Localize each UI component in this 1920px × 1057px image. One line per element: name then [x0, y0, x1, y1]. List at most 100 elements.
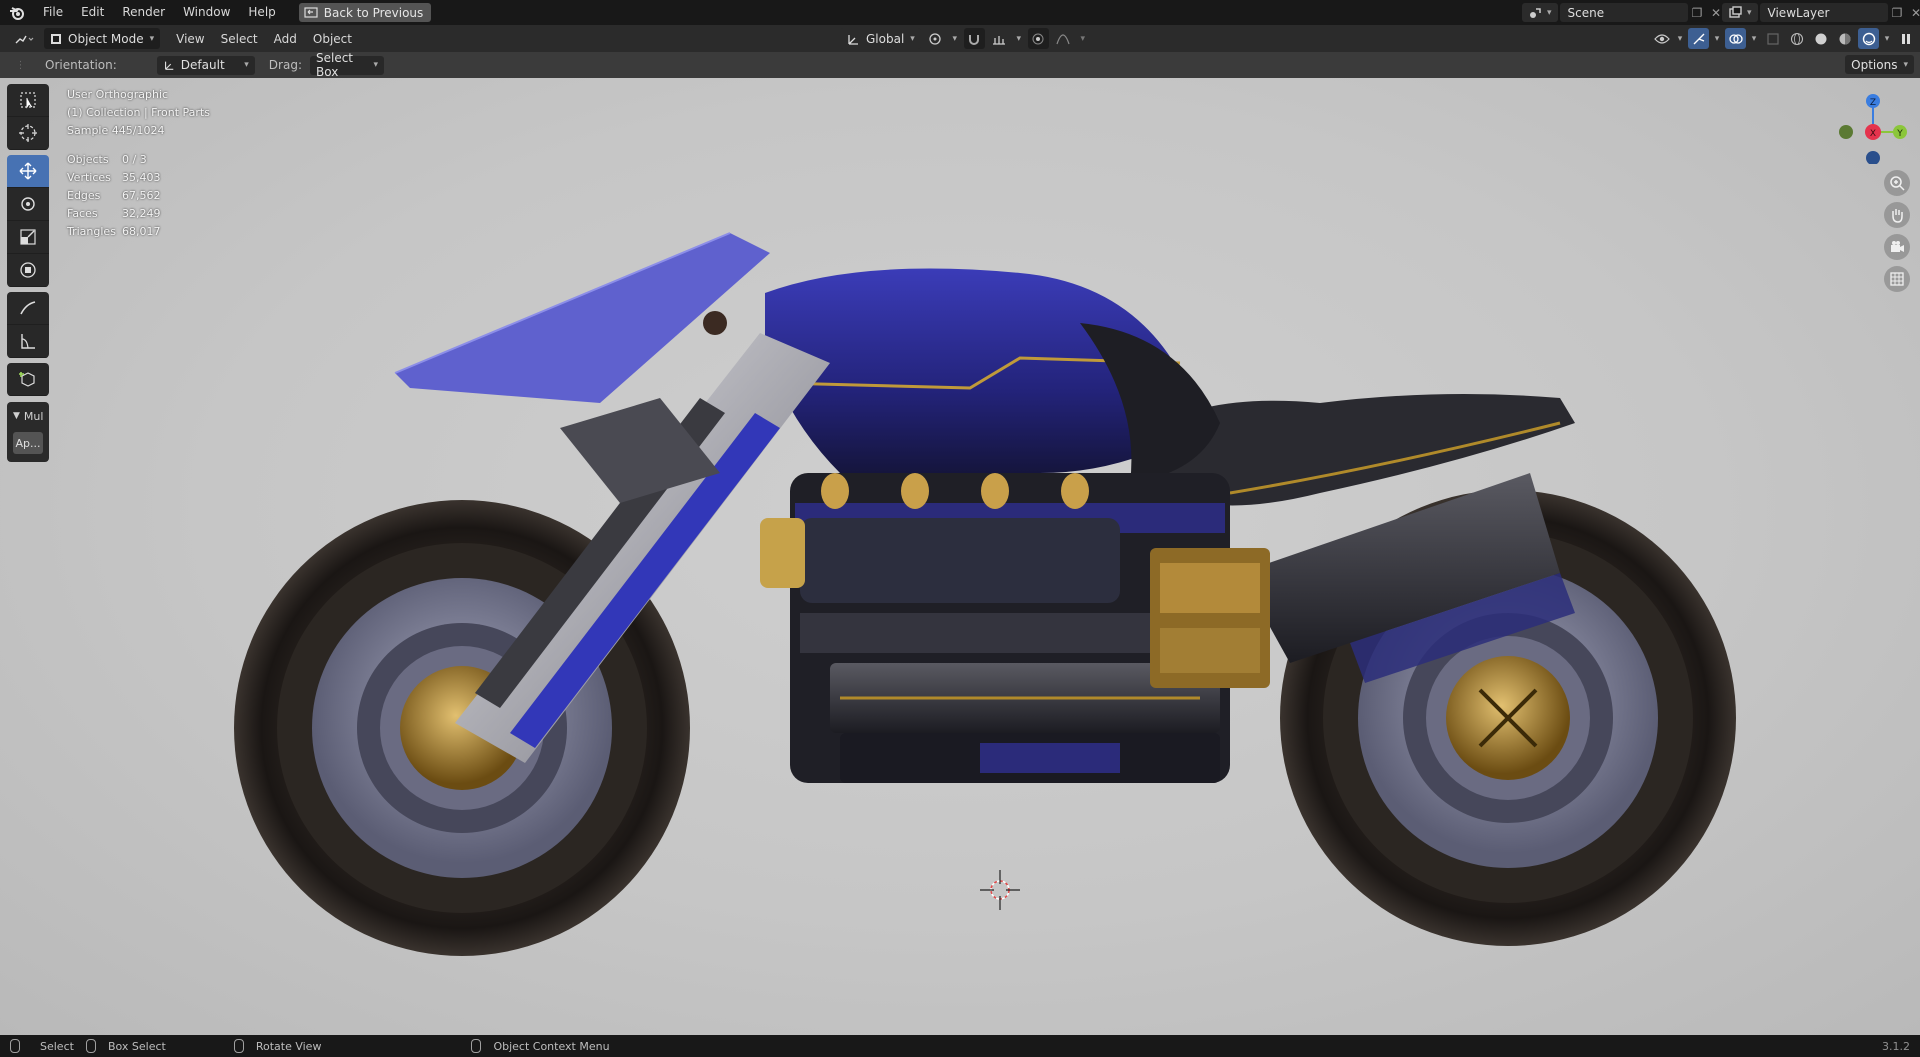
- axis-y-label: Y: [1896, 129, 1903, 139]
- viewlayer-browse-dropdown[interactable]: ▾: [1722, 3, 1758, 22]
- chevron-down-icon: ▾: [1903, 59, 1908, 70]
- orientation-value: Default: [180, 58, 225, 72]
- camera-view-icon[interactable]: [1884, 234, 1910, 260]
- close-viewlayer-icon[interactable]: ✕: [1907, 3, 1920, 22]
- pivot-point-icon[interactable]: [925, 28, 946, 49]
- menu-window[interactable]: Window: [174, 0, 239, 25]
- visibility-eye-icon[interactable]: [1651, 28, 1672, 49]
- menu-add[interactable]: Add: [266, 32, 305, 46]
- add-cube-tool-icon[interactable]: [7, 363, 49, 396]
- falloff-curve-icon[interactable]: [1053, 28, 1074, 49]
- snap-increment-icon[interactable]: [989, 28, 1010, 49]
- status-select: Select: [10, 1039, 74, 1053]
- solid-shading-icon[interactable]: [1810, 28, 1831, 49]
- status-box-select-label: Box Select: [107, 1039, 166, 1053]
- chevron-down-icon[interactable]: ▾: [1882, 28, 1892, 49]
- viewlayer-name-field[interactable]: ViewLayer: [1759, 3, 1888, 22]
- mouse-drag-icon: [85, 1039, 96, 1053]
- transform-tool-icon[interactable]: [7, 254, 49, 287]
- move-tool-icon[interactable]: [7, 155, 49, 188]
- chevron-down-icon: ▼: [13, 411, 20, 421]
- status-bar: Select Box Select Rotate View Object Con…: [0, 1035, 1920, 1057]
- blender-logo-icon[interactable]: [0, 0, 34, 25]
- rotate-tool-icon[interactable]: [7, 188, 49, 221]
- viewport-nav-buttons: [1884, 170, 1910, 292]
- panel-header[interactable]: ▼ Mul: [7, 406, 49, 426]
- chevron-down-icon[interactable]: ▾: [1749, 28, 1759, 49]
- mouse-left-icon: [10, 1039, 20, 1053]
- zoom-icon[interactable]: [1884, 170, 1910, 196]
- drag-dropdown[interactable]: Select Box ▾: [309, 51, 384, 79]
- drag-label: Drag:: [268, 58, 302, 72]
- stat-label: Objects: [67, 153, 109, 166]
- stat-value: 0 / 3: [122, 153, 147, 166]
- scale-tool-icon[interactable]: [7, 221, 49, 254]
- pause-render-icon[interactable]: [1895, 28, 1916, 49]
- snap-magnet-icon[interactable]: [963, 28, 985, 49]
- scene-icon: [1530, 7, 1541, 18]
- perspective-grid-icon[interactable]: [1884, 266, 1910, 292]
- 3d-viewport[interactable]: ▼ Mul Ap... User Orthographic (1) Collec…: [0, 78, 1920, 1035]
- menu-help[interactable]: Help: [239, 0, 284, 25]
- menu-file[interactable]: File: [34, 0, 72, 25]
- status-context-menu: Object Context Menu: [471, 1039, 610, 1053]
- axis-x-label: X: [1870, 129, 1876, 139]
- gizmo-toggle-icon[interactable]: [1688, 28, 1709, 49]
- cursor-tool-icon[interactable]: [7, 117, 49, 150]
- editor-type-dropdown[interactable]: [8, 28, 40, 49]
- chevron-down-icon[interactable]: ▾: [1014, 28, 1024, 49]
- chevron-down-icon[interactable]: ▾: [1078, 28, 1088, 49]
- adjust-last-operation-panel: ▼ Mul Ap...: [7, 402, 49, 462]
- chevron-down-icon: ▾: [373, 60, 378, 70]
- select-box-tool-icon[interactable]: [7, 84, 49, 117]
- chevron-down-icon[interactable]: ▾: [1712, 28, 1722, 49]
- menu-view[interactable]: View: [168, 32, 212, 46]
- viewlayer-icon: [1729, 5, 1742, 18]
- rendered-shading-icon[interactable]: [1858, 28, 1879, 49]
- chevron-down-icon: ▾: [149, 33, 155, 44]
- scene-browse-dropdown[interactable]: ▾: [1522, 3, 1558, 22]
- material-preview-shading-icon[interactable]: [1834, 28, 1855, 49]
- duplicate-viewlayer-icon[interactable]: ❐: [1888, 3, 1907, 22]
- 3d-cursor-icon[interactable]: [978, 868, 1022, 915]
- options-dropdown[interactable]: Options ▾: [1845, 55, 1914, 74]
- options-label: Options: [1851, 57, 1898, 72]
- stat-row: Objects 0 / 3: [67, 151, 161, 169]
- viewport-header: Object Mode ▾ View Select Add Object Glo…: [0, 25, 1920, 52]
- stat-row: Triangles 68,017: [67, 223, 161, 241]
- menu-edit[interactable]: Edit: [72, 0, 113, 25]
- mode-label: Object Mode: [68, 31, 144, 46]
- mouse-right-icon: [471, 1039, 482, 1053]
- editor-type-icon: [15, 35, 34, 43]
- orientation-dropdown[interactable]: Default ▾: [156, 55, 255, 75]
- viewport-display-controls: ▾ ▾ ▾ ▾: [1651, 28, 1916, 49]
- panel-header-label: Mul: [23, 409, 44, 423]
- navigation-gizmo[interactable]: Z Y X: [1828, 84, 1908, 165]
- chevron-down-icon[interactable]: ▾: [1675, 28, 1685, 49]
- chevron-down-icon: ▾: [1747, 7, 1752, 18]
- stat-value: 67,562: [122, 189, 161, 202]
- status-context-menu-label: Object Context Menu: [493, 1039, 610, 1053]
- chevron-down-icon[interactable]: ▾: [950, 28, 960, 49]
- annotate-tool-icon[interactable]: [7, 292, 49, 325]
- stat-label: Triangles: [67, 225, 116, 238]
- apply-button[interactable]: Ap...: [13, 432, 43, 454]
- stat-row: Faces 32,249: [67, 205, 161, 223]
- pan-hand-icon[interactable]: [1884, 202, 1910, 228]
- interaction-mode-dropdown[interactable]: Object Mode ▾: [44, 28, 161, 49]
- back-to-previous-button[interactable]: Back to Previous: [298, 3, 432, 22]
- proportional-edit-icon[interactable]: [1027, 28, 1049, 49]
- menu-object[interactable]: Object: [305, 32, 360, 46]
- render-sample-info: Sample 445/1024: [67, 124, 165, 137]
- scene-name-field[interactable]: Scene: [1559, 3, 1688, 22]
- measure-tool-icon[interactable]: [7, 325, 49, 358]
- orientation-axes-icon: [164, 61, 174, 70]
- wireframe-shading-icon[interactable]: [1786, 28, 1807, 49]
- transform-orientation-dropdown[interactable]: Global ▾: [840, 28, 921, 49]
- menu-render[interactable]: Render: [113, 0, 174, 25]
- xray-toggle-icon[interactable]: [1762, 28, 1783, 49]
- menu-select[interactable]: Select: [213, 32, 266, 46]
- status-select-label: Select: [40, 1039, 74, 1053]
- overlays-toggle-icon[interactable]: [1725, 28, 1746, 49]
- duplicate-scene-icon[interactable]: ❐: [1688, 3, 1707, 22]
